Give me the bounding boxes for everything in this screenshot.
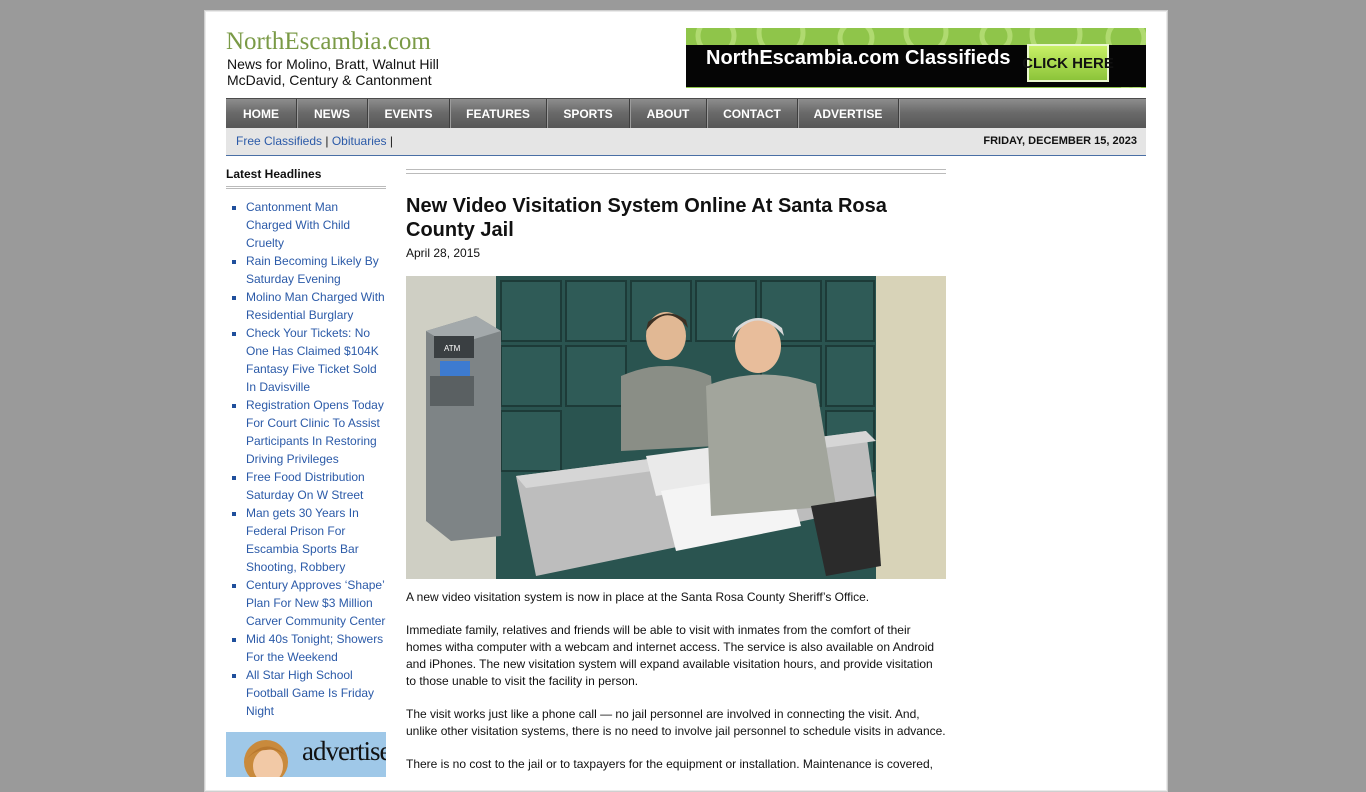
article-paragraph: There is no cost to the jail or to taxpa… xyxy=(406,757,933,771)
page: NorthEscambia.com News for Molino, Bratt… xyxy=(204,10,1168,792)
nav-advertise[interactable]: ADVERTISE xyxy=(798,99,899,129)
article-top-rule xyxy=(406,169,946,174)
nav-contact[interactable]: CONTACT xyxy=(707,99,798,129)
headline-link[interactable]: Check Your Tickets: No One Has Claimed $… xyxy=(246,326,379,394)
site-title-link[interactable]: NorthEscambia.com xyxy=(226,28,431,56)
headline-item: All Star High School Football Game Is Fr… xyxy=(246,666,386,720)
headline-link[interactable]: Mid 40s Tonight; Showers For the Weekend xyxy=(246,632,383,664)
nav-sports[interactable]: SPORTS xyxy=(547,99,630,129)
article: New Video Visitation System Online At Sa… xyxy=(406,169,946,789)
sidebar: Latest Headlines Cantonment Man Charged … xyxy=(226,167,386,777)
headline-link[interactable]: Man gets 30 Years In Federal Prison For … xyxy=(246,506,359,574)
free-classifieds-link[interactable]: Free Classifieds xyxy=(236,134,322,148)
headline-item: Mid 40s Tonight; Showers For the Weekend xyxy=(246,630,386,666)
headline-item: Cantonment Man Charged With Child Cruelt… xyxy=(246,198,386,252)
ad-text: advertise xyxy=(302,736,386,766)
headline-link[interactable]: Cantonment Man Charged With Child Cruelt… xyxy=(246,200,350,250)
headline-link[interactable]: Registration Opens Today For Court Clini… xyxy=(246,398,384,466)
jail-visitation-photo: ATM xyxy=(406,276,946,579)
nav-about[interactable]: ABOUT xyxy=(630,99,707,129)
article-paragraph: A new video visitation system is now in … xyxy=(406,590,870,604)
banner-text: NorthEscambia.com Classifieds xyxy=(706,47,1011,69)
article-paragraph: Immediate family, relatives and friends … xyxy=(406,623,935,688)
current-date: FRIDAY, DECEMBER 15, 2023 xyxy=(983,135,1137,147)
article-date: April 28, 2015 xyxy=(406,246,481,260)
main-navigation: HOME NEWS EVENTS FEATURES SPORTS ABOUT C… xyxy=(226,98,1146,129)
svg-text:ATM: ATM xyxy=(444,344,461,353)
article-paragraph: The visit works just like a phone call —… xyxy=(406,707,946,738)
tagline-line-2: McDavid, Century & Cantonment xyxy=(227,72,432,88)
nav-news[interactable]: NEWS xyxy=(297,99,368,129)
article-photo: ATM xyxy=(406,276,946,579)
headline-list: Cantonment Man Charged With Child Cruelt… xyxy=(226,198,386,720)
classifieds-banner[interactable]: NorthEscambia.com Classifieds CLICK HERE xyxy=(686,28,1146,88)
headline-link[interactable]: Free Food Distribution Saturday On W Str… xyxy=(246,470,365,502)
headline-link[interactable]: Molino Man Charged With Residential Burg… xyxy=(246,290,385,322)
nav-home[interactable]: HOME xyxy=(226,99,297,129)
headline-item: Registration Opens Today For Court Clini… xyxy=(246,396,386,468)
advertise-ad-banner[interactable]: advertise xyxy=(226,732,386,777)
ad-woman-illustration xyxy=(244,740,288,777)
headline-item: Free Food Distribution Saturday On W Str… xyxy=(246,468,386,504)
headline-item: Rain Becoming Likely By Saturday Evening xyxy=(246,252,386,288)
headline-item: Man gets 30 Years In Federal Prison For … xyxy=(246,504,386,576)
headline-item: Molino Man Charged With Residential Burg… xyxy=(246,288,386,324)
tagline-line-1: News for Molino, Bratt, Walnut Hill xyxy=(227,56,439,72)
subnav-links: Free Classifieds | Obituaries | xyxy=(236,134,393,148)
latest-headlines-heading: Latest Headlines xyxy=(226,167,386,189)
headline-item: Check Your Tickets: No One Has Claimed $… xyxy=(246,324,386,396)
headline-link[interactable]: Rain Becoming Likely By Saturday Evening xyxy=(246,254,379,286)
nav-features[interactable]: FEATURES xyxy=(450,99,547,129)
subnav-separator: | xyxy=(325,134,329,148)
subnav-separator: | xyxy=(389,134,394,148)
headline-item: Century Approves ‘Shape’ Plan For New $3… xyxy=(246,576,386,630)
article-title: New Video Visitation System Online At Sa… xyxy=(406,195,887,241)
banner-click-here-button[interactable]: CLICK HERE xyxy=(1022,44,1114,82)
obituaries-link[interactable]: Obituaries xyxy=(332,134,387,148)
headline-link[interactable]: All Star High School Football Game Is Fr… xyxy=(246,668,374,718)
sub-navigation: Free Classifieds | Obituaries | FRIDAY, … xyxy=(226,128,1146,156)
headline-link[interactable]: Century Approves ‘Shape’ Plan For New $3… xyxy=(246,578,385,628)
nav-events[interactable]: EVENTS xyxy=(368,99,450,129)
site-tagline: News for Molino, Bratt, Walnut Hill McDa… xyxy=(227,56,439,88)
